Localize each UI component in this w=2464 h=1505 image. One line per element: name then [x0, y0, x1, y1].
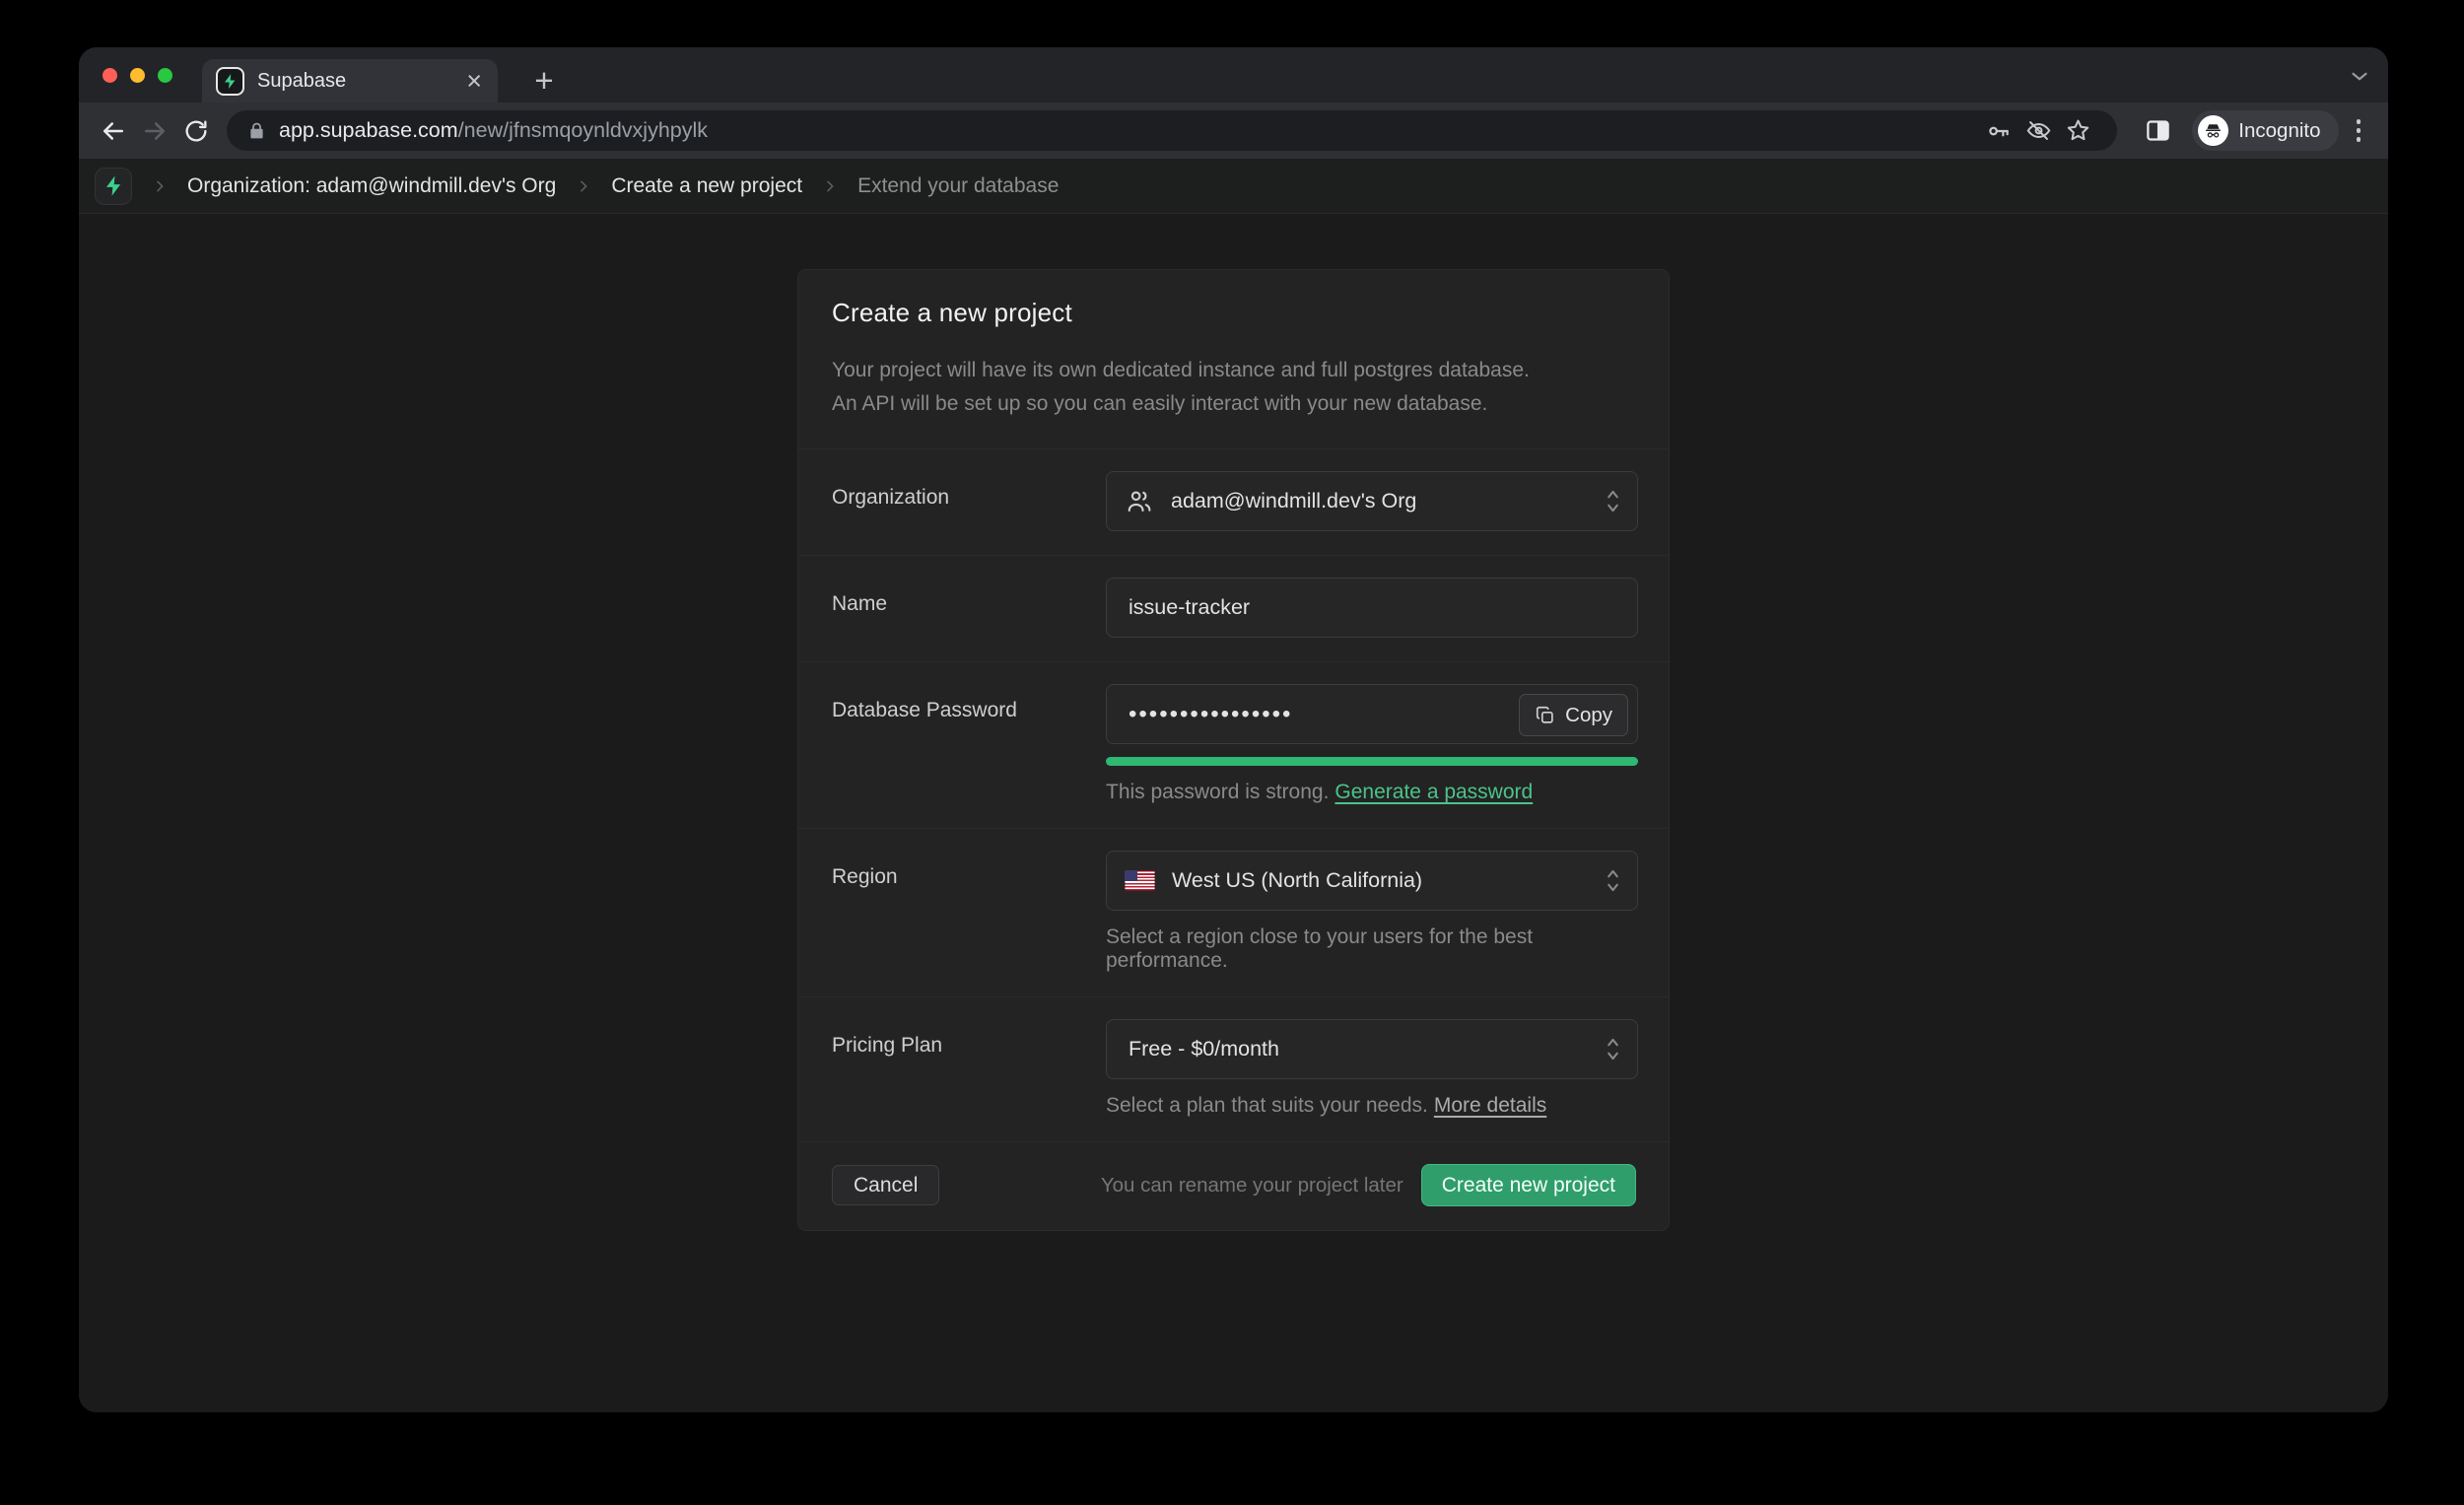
window-minimize-button[interactable]	[130, 68, 145, 83]
tab-close-icon[interactable]: ×	[464, 68, 484, 95]
select-chevrons-icon	[1605, 1034, 1621, 1064]
create-new-project-button[interactable]: Create new project	[1421, 1164, 1636, 1206]
pricing-row: Pricing Plan Free - $0/month Select a pl…	[798, 996, 1669, 1141]
forward-icon[interactable]	[134, 110, 175, 152]
card-description: Your project will have its own dedicated…	[798, 332, 1669, 448]
side-panel-icon[interactable]	[2137, 110, 2178, 152]
breadcrumb-create-project[interactable]: Create a new project	[611, 174, 802, 198]
pricing-select[interactable]: Free - $0/month	[1106, 1019, 1638, 1079]
copy-button[interactable]: Copy	[1519, 694, 1628, 736]
window-zoom-button[interactable]	[158, 68, 172, 83]
create-project-card: Create a new project Your project will h…	[797, 269, 1670, 1231]
pricing-helper: Select a plan that suits your needs. More…	[1106, 1094, 1638, 1118]
region-select[interactable]: West US (North California)	[1106, 851, 1638, 911]
new-tab-button[interactable]: +	[524, 61, 564, 101]
organization-value: adam@windmill.dev's Org	[1171, 489, 1605, 513]
breadcrumb: Organization: adam@windmill.dev's Org Cr…	[79, 159, 2388, 214]
pricing-value: Free - $0/month	[1129, 1037, 1605, 1061]
browser-window: Supabase × + app.supabase.com/new/jfnsmq…	[79, 47, 2388, 1412]
breadcrumb-organization[interactable]: Organization: adam@windmill.dev's Org	[187, 174, 556, 198]
name-input-wrapper	[1106, 578, 1638, 638]
password-strength-text: This password is strong.	[1106, 781, 1329, 803]
pricing-help-text: Select a plan that suits your needs.	[1106, 1094, 1428, 1117]
url-path: /new/jfnsmqoynldvxjyhpylk	[458, 118, 708, 142]
lock-icon	[246, 120, 267, 141]
organization-users-icon	[1125, 487, 1154, 516]
chevron-right-icon	[576, 178, 591, 194]
reload-icon[interactable]	[175, 110, 217, 152]
description-line-1: Your project will have its own dedicated…	[832, 354, 1635, 387]
select-chevrons-icon	[1605, 486, 1621, 516]
eye-off-icon[interactable]	[2019, 111, 2058, 151]
url-domain: app.supabase.com	[279, 118, 458, 142]
name-input[interactable]	[1125, 595, 1621, 620]
url-bar[interactable]: app.supabase.com/new/jfnsmqoynldvxjyhpyl…	[227, 110, 2117, 151]
organization-label: Organization	[832, 471, 1106, 531]
region-helper: Select a region close to your users for …	[1106, 925, 1638, 973]
page-title: Create a new project	[832, 298, 1635, 328]
browser-toolbar: app.supabase.com/new/jfnsmqoynldvxjyhpyl…	[79, 103, 2388, 159]
breadcrumb-extend-database: Extend your database	[857, 174, 1059, 198]
browser-menu-icon[interactable]	[2347, 119, 2371, 142]
us-flag-icon	[1125, 870, 1155, 891]
password-helper: This password is strong. Generate a passw…	[1106, 781, 1638, 804]
cancel-button[interactable]: Cancel	[832, 1165, 939, 1205]
pricing-label: Pricing Plan	[832, 1019, 1106, 1118]
tab-search-chevron-icon[interactable]	[2347, 63, 2372, 89]
name-label: Name	[832, 578, 1106, 638]
bookmark-star-icon[interactable]	[2058, 111, 2097, 151]
select-chevrons-icon	[1605, 865, 1621, 896]
copy-button-label: Copy	[1565, 704, 1612, 727]
password-label: Database Password	[832, 684, 1106, 804]
description-line-2: An API will be set up so you can easily …	[832, 387, 1635, 421]
organization-select[interactable]: adam@windmill.dev's Org	[1106, 471, 1638, 531]
organization-row: Organization adam@windmill.dev's Org	[798, 448, 1669, 555]
password-row: Database Password Copy This password is …	[798, 661, 1669, 828]
tab-strip: Supabase × +	[79, 47, 2388, 103]
supabase-logo-icon[interactable]	[95, 168, 132, 205]
card-footer: Cancel You can rename your project later…	[798, 1141, 1669, 1230]
page-content: Create a new project Your project will h…	[79, 215, 2388, 1412]
chevron-right-icon	[152, 178, 168, 194]
rename-note: You can rename your project later	[1101, 1174, 1403, 1197]
incognito-spy-icon	[2198, 115, 2228, 146]
password-strength-bar	[1106, 757, 1638, 766]
browser-tab[interactable]: Supabase ×	[202, 59, 498, 103]
incognito-label: Incognito	[2238, 119, 2320, 143]
supabase-favicon-icon	[216, 67, 244, 96]
window-close-button[interactable]	[103, 68, 117, 83]
password-key-icon[interactable]	[1979, 111, 2019, 151]
back-icon[interactable]	[93, 110, 134, 152]
password-input-wrapper: Copy	[1106, 684, 1638, 744]
region-label: Region	[832, 851, 1106, 973]
name-row: Name	[798, 555, 1669, 661]
region-row: Region West US (North California) Select…	[798, 828, 1669, 996]
chevron-right-icon	[822, 178, 838, 194]
card-header: Create a new project	[798, 270, 1669, 332]
incognito-badge: Incognito	[2192, 110, 2338, 151]
more-details-link[interactable]: More details	[1434, 1094, 1546, 1117]
url-text: app.supabase.com/new/jfnsmqoynldvxjyhpyl…	[279, 118, 708, 143]
copy-icon	[1535, 705, 1556, 726]
tab-title: Supabase	[257, 70, 464, 93]
region-value: West US (North California)	[1172, 868, 1605, 893]
generate-password-link[interactable]: Generate a password	[1335, 781, 1533, 803]
